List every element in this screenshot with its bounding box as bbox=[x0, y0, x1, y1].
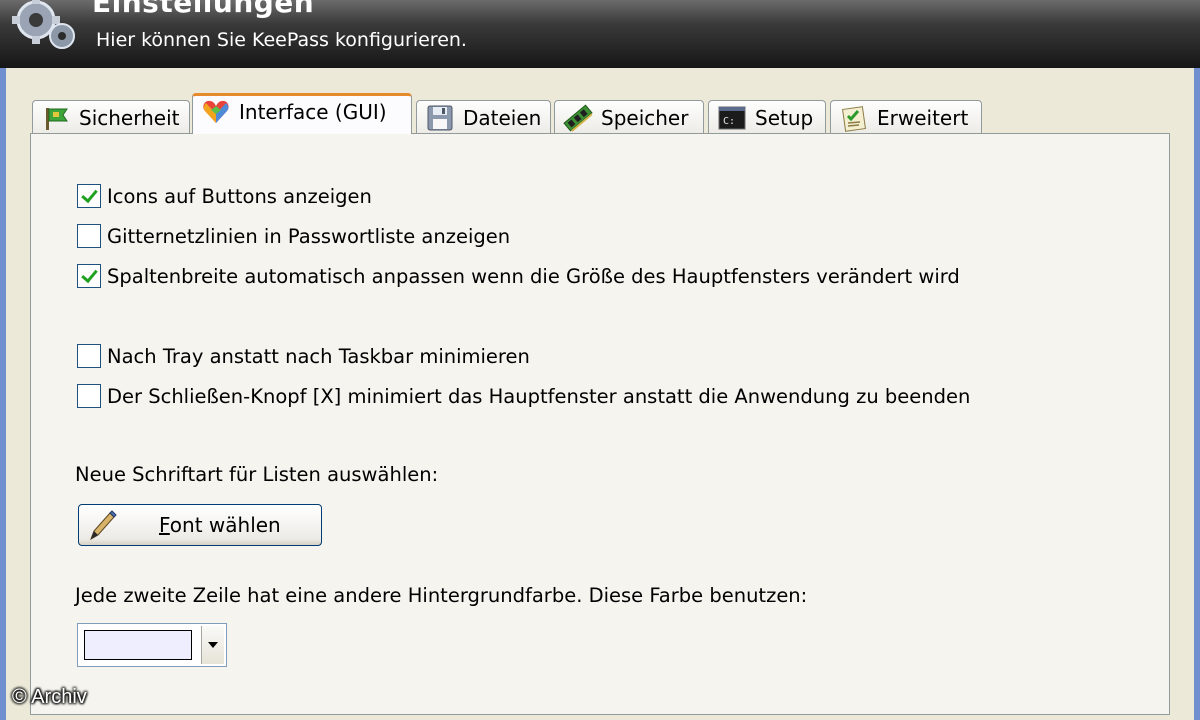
tab-sicherheit[interactable]: Sicherheit bbox=[32, 100, 190, 134]
window-border-left bbox=[0, 68, 6, 720]
tab-panel-interface: Icons auf Buttons anzeigen Gitternetzlin… bbox=[30, 133, 1170, 715]
pencil-icon bbox=[90, 510, 117, 541]
checkbox[interactable] bbox=[77, 224, 101, 248]
option-label: Spaltenbreite automatisch anpassen wenn … bbox=[107, 264, 960, 288]
row-color-picker[interactable] bbox=[77, 623, 227, 667]
tab-interface-gui[interactable]: Interface (GUI) bbox=[192, 93, 412, 134]
option-label: Der Schließen-Knopf [X] minimiert das Ha… bbox=[107, 384, 971, 408]
window-border-right bbox=[1194, 68, 1200, 720]
tab-label: Erweitert bbox=[877, 105, 969, 130]
dialog-subtitle: Hier können Sie KeePass konfigurieren. bbox=[96, 29, 467, 51]
console-icon: C: bbox=[718, 106, 746, 129]
tab-erweitert[interactable]: Erweitert bbox=[830, 100, 982, 134]
option-label: Nach Tray anstatt nach Taskbar minimiere… bbox=[107, 344, 530, 368]
copyright-watermark: © Archiv bbox=[12, 686, 87, 708]
dialog-header: Einstellungen Hier können Sie KeePass ko… bbox=[0, 0, 1200, 68]
tab-label: Setup bbox=[755, 105, 814, 130]
tab-label: Speicher bbox=[601, 105, 689, 130]
checkbox[interactable] bbox=[77, 384, 101, 408]
row-color-label: Jede zweite Zeile hat eine andere Hinter… bbox=[75, 584, 808, 607]
floppy-disk-icon bbox=[427, 105, 453, 130]
checkbox[interactable] bbox=[77, 344, 101, 368]
font-section-label: Neue Schriftart für Listen auswählen: bbox=[75, 463, 439, 486]
checkbox[interactable] bbox=[77, 264, 101, 288]
option-auto-column-width[interactable]: Spaltenbreite automatisch anpassen wenn … bbox=[77, 263, 960, 289]
tab-dateien[interactable]: Dateien bbox=[416, 100, 551, 134]
choose-font-button[interactable]: Font wählen bbox=[78, 504, 322, 546]
tab-label: Sicherheit bbox=[79, 105, 180, 130]
color-swatch bbox=[84, 630, 192, 660]
option-gridlines[interactable]: Gitternetzlinien in Passwortliste anzeig… bbox=[77, 223, 510, 249]
tab-speicher[interactable]: Speicher bbox=[554, 100, 704, 134]
button-text: ont wählen bbox=[169, 513, 281, 537]
chevron-down-icon bbox=[208, 642, 218, 648]
option-icons-on-buttons[interactable]: Icons auf Buttons anzeigen bbox=[77, 183, 372, 209]
choose-font-label: Font wählen bbox=[159, 513, 281, 537]
tab-label: Dateien bbox=[463, 105, 542, 130]
svg-text:C:: C: bbox=[723, 116, 735, 127]
checkbox[interactable] bbox=[77, 184, 101, 208]
flag-icon bbox=[46, 107, 68, 130]
dialog-title: Einstellungen bbox=[92, 0, 315, 19]
option-label: Icons auf Buttons anzeigen bbox=[107, 184, 372, 208]
option-minimize-to-tray[interactable]: Nach Tray anstatt nach Taskbar minimiere… bbox=[77, 343, 530, 369]
option-label: Gitternetzlinien in Passwortliste anzeig… bbox=[107, 224, 511, 248]
checklist-icon bbox=[842, 105, 866, 132]
option-close-minimizes[interactable]: Der Schließen-Knopf [X] minimiert das Ha… bbox=[77, 383, 970, 409]
gear-icon bbox=[12, 0, 75, 49]
tab-setup[interactable]: C: Setup bbox=[708, 100, 826, 134]
access-key: F bbox=[159, 513, 170, 537]
dropdown-button[interactable] bbox=[201, 626, 224, 664]
heart-colors-icon bbox=[203, 100, 229, 123]
tab-label: Interface (GUI) bbox=[239, 100, 387, 124]
memory-chip-icon bbox=[563, 103, 593, 132]
